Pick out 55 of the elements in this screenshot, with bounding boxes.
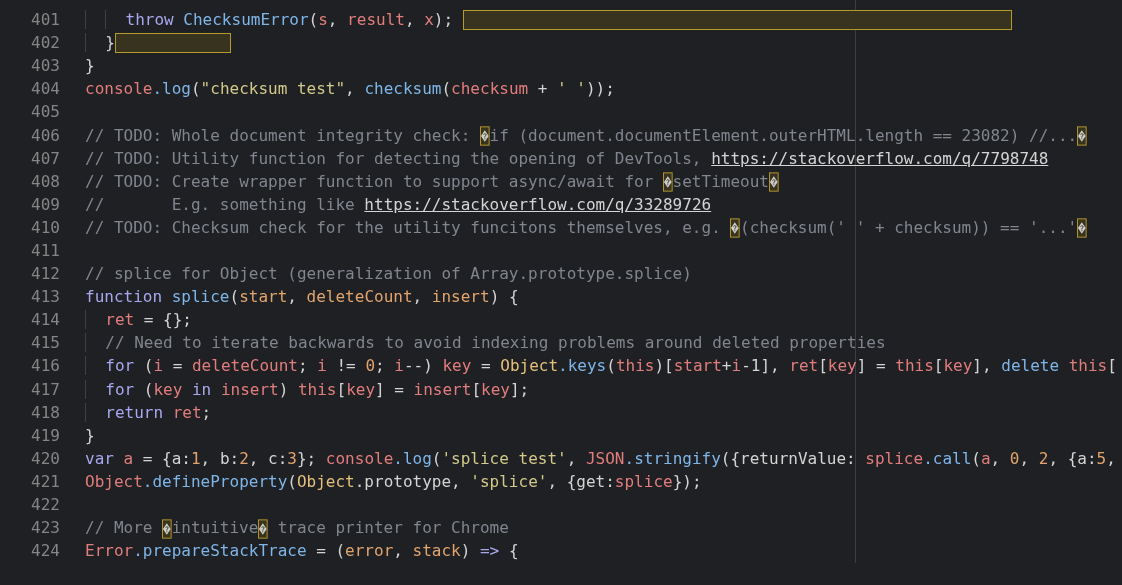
code-text: // Need to iterate backwards to avoid indexing problems around deleted properties — [85, 331, 886, 356]
unknown-character-icon — [768, 172, 779, 193]
code-text: return ret; — [85, 400, 212, 425]
code-text: for (i = deleteCount; i != 0; i--) key = Object.keys(this)[start+i-1], ret[key] = this[key], delete this[ — [85, 354, 1117, 379]
line-number: 413 — [30, 286, 60, 309]
code-text: Object.defineProperty(Object.prototype, 'splice', {get:splice}); — [85, 470, 702, 493]
line-number: 421 — [30, 470, 60, 493]
line-number: 412 — [30, 263, 60, 286]
code-text: console.log("checksum test", checksum(checksum + ' ')); — [85, 78, 615, 101]
line-number: 405 — [30, 101, 60, 124]
line-number: 416 — [30, 355, 60, 378]
unknown-character-icon — [662, 172, 673, 193]
line-number: 420 — [30, 447, 60, 470]
code-text: } — [85, 55, 95, 78]
line-number: 401 — [30, 9, 60, 32]
line-number: 403 — [30, 55, 60, 78]
line-number: 410 — [30, 216, 60, 239]
code-text: throw ChecksumError(s, result, x); — [85, 8, 454, 33]
code-text: } — [85, 424, 95, 447]
unknown-character-icon — [1077, 218, 1087, 239]
line-number: 418 — [30, 401, 60, 424]
line-number: 424 — [30, 540, 60, 563]
code-text: ret = {}; — [85, 308, 192, 333]
code-text: // TODO: Checksum check for the utility funcitons themselves, e.g. (checksum(' ' + checksum)) == '...' — [85, 215, 1087, 240]
unknown-character-icon — [1077, 126, 1087, 146]
code-text: for (key in insert) this[key] = insert[key]; — [85, 377, 530, 402]
line-number: 415 — [30, 332, 60, 355]
code-text: // TODO: Create wrapper function to support async/await for setTimeout — [85, 169, 779, 194]
line-number: 402 — [30, 32, 60, 55]
line-number: 419 — [30, 424, 60, 447]
code-text: Error.prepareStackTrace = (error, stack) => { — [85, 540, 519, 563]
unknown-character-icon — [162, 518, 172, 539]
code-text: // More intuitive trace printer for Chrome — [85, 517, 509, 541]
code-text: } — [85, 31, 115, 56]
line-number: 422 — [30, 494, 60, 516]
line-number: 409 — [30, 193, 60, 216]
unknown-character-icon — [479, 126, 490, 146]
line-number: 411 — [30, 240, 60, 262]
code-text: var a = {a:1, b:2, c:3}; console.log('splice test', JSON.stringify({returnValue: splice.call(a, 0, 2, {a:5, — [85, 447, 1116, 470]
unknown-character-icon — [730, 218, 741, 239]
link[interactable]: https://stackoverflow.com/q/33289726 — [364, 192, 712, 217]
line-number: 423 — [30, 517, 60, 540]
code-text: // TODO: Utility function for detecting the opening of DevTools, — [85, 147, 703, 170]
code-text: // E.g. something like — [85, 193, 356, 216]
code-text: // TODO: Whole document integrity check: if (document.documentElement.outerHTML.length == 23082) //... — [85, 123, 1087, 148]
line-number: 408 — [30, 170, 60, 193]
line-number: 406 — [30, 124, 60, 147]
code-text: // splice for Object (generalization of Array.prototype.splice) — [85, 263, 692, 286]
line-number: 407 — [30, 147, 60, 170]
line-number: 404 — [30, 78, 60, 101]
code-text: function splice(start, deleteCount, insert) { — [85, 286, 519, 309]
link[interactable]: https://stackoverflow.com/q/7798748 — [711, 146, 1049, 171]
line-number: 417 — [30, 378, 60, 401]
line-number: 414 — [30, 309, 60, 332]
unknown-character-icon — [258, 518, 268, 539]
